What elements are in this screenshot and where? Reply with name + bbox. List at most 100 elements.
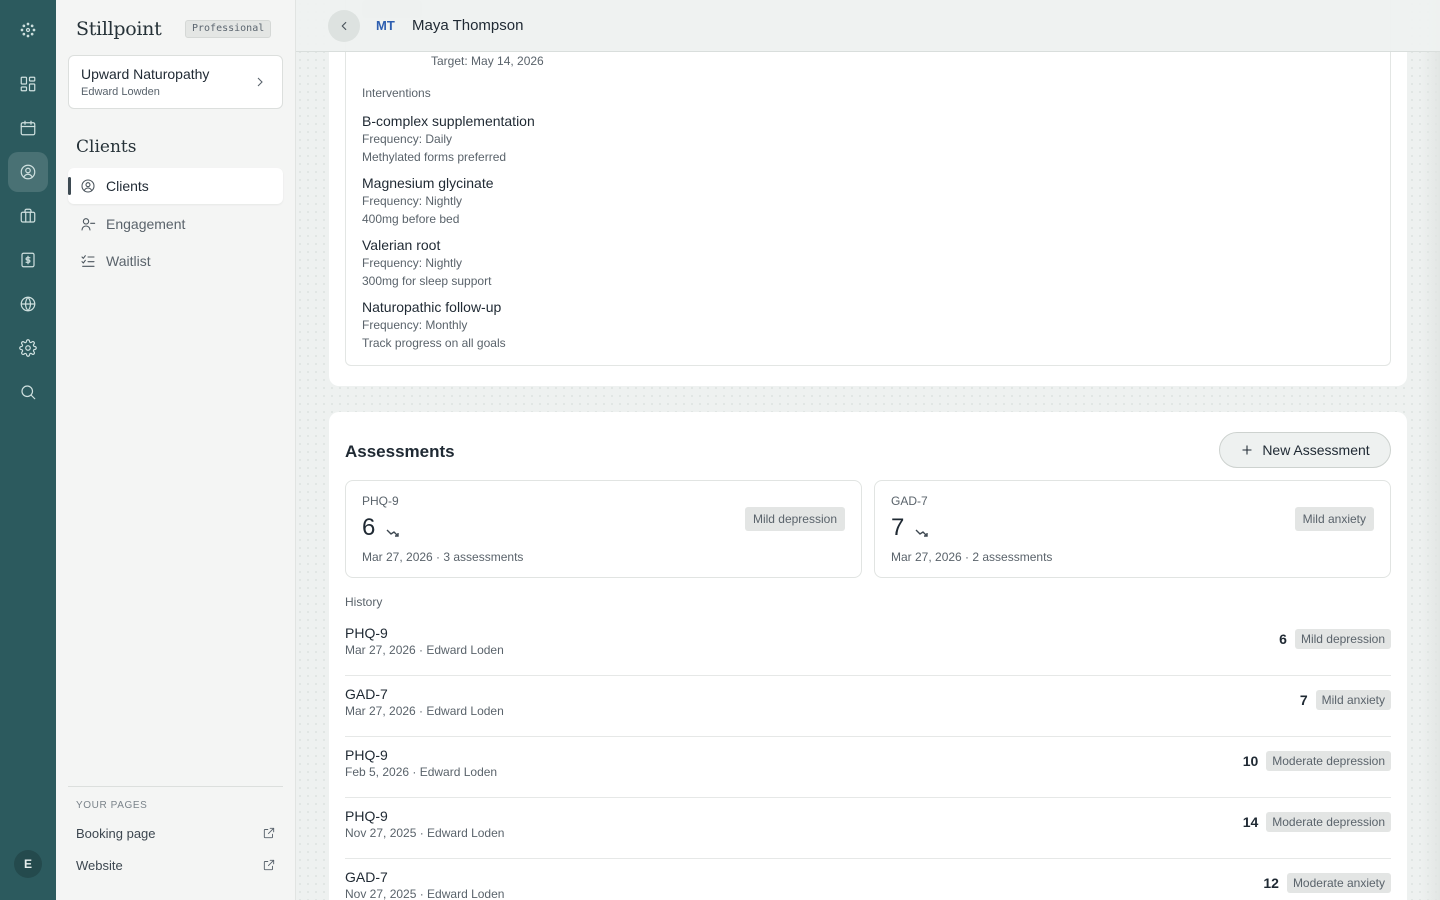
trend-down-icon [386, 525, 400, 537]
briefcase-icon[interactable] [8, 196, 48, 236]
intervention-note: 400mg before bed [362, 212, 460, 226]
org-name: Upward Naturopathy [81, 66, 210, 82]
summary-meta: Mar 27, 2026 · 2 assessments [891, 550, 1053, 564]
chevron-left-icon [341, 21, 347, 31]
treatment-plan-card: Target: May 14, 2026 Interventions B-com… [329, 0, 1407, 386]
settings-icon[interactable] [8, 328, 48, 368]
severity-badge: Mild depression [744, 507, 845, 531]
history-row[interactable]: PHQ-9 Nov 27, 2025 · Edward Loden 14 Mod… [345, 798, 1391, 859]
pages-section-label: YOUR PAGES [76, 800, 148, 811]
nav-item-waitlist[interactable]: Waitlist [68, 243, 283, 279]
list-checks-icon [80, 253, 96, 269]
assessments-card: Assessments New Assessment PHQ-9 6 Mild … [329, 412, 1407, 900]
intervention-frequency: Frequency: Nightly [362, 194, 463, 208]
chevron-right-icon [252, 74, 268, 90]
intervention-name: Magnesium glycinate [362, 175, 494, 191]
assessments-title: Assessments [345, 442, 455, 461]
icon-rail: E [0, 0, 56, 900]
history-label: History [345, 595, 383, 609]
new-assessment-button[interactable]: New Assessment [1219, 432, 1391, 468]
history-row[interactable]: PHQ-9 Feb 5, 2026 · Edward Loden 10 Mode… [345, 737, 1391, 798]
history-name: GAD-7 [345, 869, 388, 885]
nav-item-clients[interactable]: Clients [68, 168, 283, 204]
intervention-frequency: Frequency: Nightly [362, 256, 463, 270]
billing-icon[interactable] [8, 240, 48, 280]
website-link[interactable]: Website [76, 858, 276, 873]
nav-item-engagement[interactable]: Engagement [68, 206, 283, 242]
client-header: MT Maya Thompson [296, 0, 1440, 52]
intervention-frequency: Frequency: Daily [362, 132, 453, 146]
intervention-item: Valerian root Frequency: Nightly 300mg f… [362, 236, 491, 290]
section-title: Clients [76, 137, 137, 157]
summary-name: PHQ-9 [362, 494, 399, 508]
assessment-summary-phq9[interactable]: PHQ-9 6 Mild depression Mar 27, 2026 · 3… [345, 480, 862, 578]
intervention-item: Naturopathic follow-up Frequency: Monthl… [362, 298, 506, 352]
severity-badge: Mild anxiety [1294, 507, 1374, 531]
intervention-frequency: Frequency: Monthly [362, 318, 468, 332]
summary-name: GAD-7 [891, 494, 928, 508]
sidebar: Stillpoint Professional Upward Naturopat… [56, 0, 296, 900]
globe-icon[interactable] [8, 284, 48, 324]
severity-badge: Moderate depression [1266, 812, 1391, 832]
client-initials: MT [376, 18, 395, 33]
page-link-label: Booking page [76, 826, 156, 841]
history-score: 10 [1242, 753, 1259, 769]
calendar-icon[interactable] [8, 108, 48, 148]
new-assessment-label: New Assessment [1262, 442, 1370, 458]
goal-target: Target: May 14, 2026 [431, 54, 544, 68]
history-score: 14 [1242, 814, 1259, 830]
trend-down-icon [915, 525, 929, 537]
summary-score: 6 [362, 514, 376, 541]
intervention-note: Track progress on all goals [362, 336, 506, 350]
severity-badge: Moderate anxiety [1286, 873, 1391, 893]
org-switcher[interactable]: Upward Naturopathy Edward Lowden [68, 55, 283, 109]
page-link-label: Website [76, 858, 123, 873]
plus-icon [1242, 445, 1252, 455]
interventions-label: Interventions [362, 86, 431, 100]
intervention-name: B-complex supplementation [362, 113, 535, 129]
intervention-name: Valerian root [362, 237, 441, 253]
nav-item-label: Engagement [106, 216, 186, 232]
summary-score: 7 [891, 514, 905, 541]
history-score: 12 [1263, 875, 1279, 891]
severity-badge: Mild anxiety [1315, 690, 1391, 710]
history-name: PHQ-9 [345, 747, 388, 763]
clients-icon[interactable] [8, 152, 48, 192]
history-name: PHQ-9 [345, 808, 388, 824]
brand-logo[interactable]: Stillpoint [76, 18, 162, 40]
avatar[interactable]: E [14, 850, 42, 878]
external-link-icon [262, 826, 276, 840]
history-score: 6 [1279, 631, 1287, 647]
intervention-name: Naturopathic follow-up [362, 299, 502, 315]
main-content[interactable]: MT Maya Thompson Target: May 14, 2026 In… [296, 0, 1440, 900]
history-meta: Mar 27, 2026 · Edward Loden [345, 643, 504, 657]
user-minus-icon [80, 216, 96, 232]
scroll-shadow [1420, 0, 1440, 900]
intervention-item: B-complex supplementation Frequency: Dai… [362, 112, 535, 166]
org-owner: Edward Lowden [81, 86, 160, 98]
plan-badge: Professional [185, 20, 272, 38]
logo-icon[interactable] [8, 10, 48, 50]
intervention-item: Magnesium glycinate Frequency: Nightly 4… [362, 174, 494, 228]
client-name: Maya Thompson [412, 17, 524, 34]
goal-box: Target: May 14, 2026 Interventions B-com… [345, 0, 1391, 366]
intervention-note: Methylated forms preferred [362, 150, 507, 164]
booking-page-link[interactable]: Booking page [76, 826, 276, 841]
severity-badge: Mild depression [1294, 629, 1391, 649]
external-link-icon [262, 858, 276, 872]
history-row[interactable]: GAD-7 Nov 27, 2025 · Edward Loden 12 Mod… [345, 859, 1391, 900]
divider [68, 786, 283, 787]
history-name: GAD-7 [345, 686, 388, 702]
history-meta: Feb 5, 2026 · Edward Loden [345, 765, 498, 779]
search-icon[interactable] [8, 372, 48, 412]
user-circle-icon [80, 178, 96, 194]
severity-badge: Moderate depression [1266, 751, 1391, 771]
dashboard-icon[interactable] [8, 64, 48, 104]
intervention-note: 300mg for sleep support [362, 274, 492, 288]
back-button[interactable] [328, 10, 360, 42]
history-name: PHQ-9 [345, 625, 388, 641]
history-row[interactable]: GAD-7 Mar 27, 2026 · Edward Loden 7 Mild… [345, 676, 1391, 737]
assessment-summary-gad7[interactable]: GAD-7 7 Mild anxiety Mar 27, 2026 · 2 as… [874, 480, 1391, 578]
history-meta: Nov 27, 2025 · Edward Loden [345, 887, 505, 900]
history-row[interactable]: PHQ-9 Mar 27, 2026 · Edward Loden 6 Mild… [345, 615, 1391, 676]
